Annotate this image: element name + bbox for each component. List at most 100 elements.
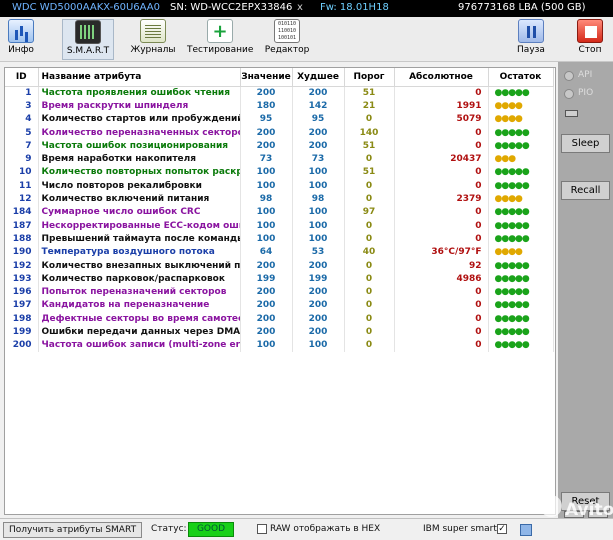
table-row[interactable]: 190 Температура воздушного потока 64 53 40 36… bbox=[5, 245, 554, 259]
attr-raw: 4986 bbox=[394, 272, 489, 286]
drive-model[interactable]: WDC WD5000AAKX-60U6AA0 bbox=[12, 2, 160, 13]
table-row[interactable]: 200Частота ошибок записи (multi-zone err… bbox=[5, 338, 554, 352]
attr-name: Попыток переназначений секторов bbox=[38, 285, 241, 299]
attr-id: 190 bbox=[5, 245, 39, 259]
attr-worst: 200 bbox=[292, 139, 345, 153]
attr-name: Количество стартов или пробуждений bbox=[38, 112, 241, 126]
attr-value: 200 bbox=[240, 285, 293, 299]
attr-name: Количество повторных попыток раскру... bbox=[38, 165, 241, 180]
pause-icon bbox=[518, 19, 544, 43]
table-row[interactable]: 197 Кандидатов на переназначение 200 200 0 0 ●… bbox=[5, 298, 554, 313]
attr-id: 184 bbox=[5, 205, 39, 219]
table-row[interactable]: 7 Частота ошибок позиционирования 200 200 51… bbox=[5, 139, 554, 153]
attr-raw: 36°C/97°F bbox=[394, 245, 489, 259]
col-header-id[interactable]: ID bbox=[5, 68, 39, 87]
info-label: Инфо bbox=[8, 45, 34, 55]
table-row[interactable]: 11 Число повторов рекалибровки 100 100 0 0 ●●●… bbox=[5, 179, 554, 193]
attr-name: Суммарное число ошибок CRC bbox=[38, 205, 241, 219]
recall-button[interactable]: Recall bbox=[561, 181, 610, 200]
logs-label: Журналы bbox=[130, 45, 176, 55]
col-header-remaining[interactable]: Остаток bbox=[488, 68, 554, 87]
table-row[interactable]: 187Нескорректированные ECC-кодом ошибки1… bbox=[5, 218, 554, 233]
table-row[interactable]: 193 Количество парковок/распарковок 199 199… bbox=[5, 272, 554, 286]
attr-raw: 0 bbox=[394, 125, 489, 140]
table-row[interactable]: 188 Превышений таймаута после команды 100 1… bbox=[5, 232, 554, 246]
table-row[interactable]: 192Количество внезапных выключений пит..… bbox=[5, 258, 554, 273]
attr-value: 180 bbox=[240, 99, 293, 113]
stop-button[interactable]: Стоп bbox=[574, 19, 606, 60]
attr-threshold: 0 bbox=[344, 272, 395, 286]
attr-worst: 100 bbox=[292, 338, 345, 352]
test-plus-icon bbox=[207, 19, 233, 43]
attr-name: Время раскрутки шпинделя bbox=[38, 99, 241, 113]
editor-button[interactable]: Редактор bbox=[263, 19, 311, 60]
health-dots-icon: ●●● bbox=[494, 154, 517, 165]
ibm-settings-button[interactable] bbox=[520, 524, 532, 536]
table-row[interactable]: 196 Попыток переназначений секторов 200 200… bbox=[5, 285, 554, 299]
logs-button[interactable]: Журналы bbox=[129, 19, 177, 60]
editor-label: Редактор bbox=[264, 45, 310, 55]
attr-value: 200 bbox=[240, 258, 293, 273]
attr-name: Время наработки накопителя bbox=[38, 152, 241, 166]
attr-threshold: 0 bbox=[344, 312, 395, 326]
attr-remaining: ●●●●● bbox=[488, 218, 554, 233]
table-row[interactable]: 4 Количество стартов или пробуждений 95 95 0… bbox=[5, 112, 554, 126]
attr-id: 12 bbox=[5, 192, 39, 206]
smart-button[interactable]: S.M.A.R.T bbox=[62, 19, 114, 60]
col-header-threshold[interactable]: Порог bbox=[344, 68, 395, 87]
attr-raw: 1991 bbox=[394, 99, 489, 113]
attr-remaining: ●●●●● bbox=[488, 312, 554, 326]
col-header-worst[interactable]: Худшее bbox=[292, 68, 345, 87]
col-header-raw[interactable]: Абсолютное bbox=[394, 68, 489, 87]
attr-threshold: 0 bbox=[344, 152, 395, 166]
attr-raw: 92 bbox=[394, 258, 489, 273]
smart-icon bbox=[75, 20, 101, 44]
health-dots-icon: ●●●●● bbox=[494, 180, 530, 191]
table-row[interactable]: 9 Время наработки накопителя 73 73 0 20437 ●●● bbox=[5, 152, 554, 166]
ibm-super-smart-checkbox[interactable]: ✓ bbox=[497, 524, 507, 534]
hex-checkbox-label: RAW отображать в HEX bbox=[270, 524, 381, 534]
smart-label: S.M.A.R.T bbox=[66, 46, 110, 56]
attr-worst: 98 bbox=[292, 192, 345, 206]
table-row[interactable]: 1 Частота проявления ошибок чтения 200 200 5… bbox=[5, 86, 554, 100]
attr-id: 199 bbox=[5, 325, 39, 339]
table-row[interactable]: 199 Ошибки передачи данных через DMA 200 20… bbox=[5, 325, 554, 339]
attr-id: 4 bbox=[5, 112, 39, 126]
attr-worst: 200 bbox=[292, 86, 345, 100]
attr-name: Количество переназначенных секторов bbox=[38, 125, 241, 140]
attr-raw: 0 bbox=[394, 325, 489, 339]
attr-worst: 100 bbox=[292, 165, 345, 180]
attr-worst: 53 bbox=[292, 245, 345, 259]
table-row[interactable]: 12 Количество включений питания 98 98 0 2379 ●… bbox=[5, 192, 554, 206]
col-header-name[interactable]: Название атрибута bbox=[38, 68, 241, 87]
table-row[interactable]: 3 Время раскрутки шпинделя 180 142 21 1991 ●●●… bbox=[5, 99, 554, 113]
attr-remaining: ●●●●● bbox=[488, 338, 554, 352]
api-radio[interactable]: API bbox=[564, 70, 612, 84]
smart-attributes-table: ID Название атрибута Значение Худшее Пор… bbox=[5, 68, 554, 352]
pio-radio-label: PIO bbox=[578, 88, 594, 98]
health-dots-icon: ●●●● bbox=[494, 194, 523, 205]
attr-id: 7 bbox=[5, 139, 39, 153]
get-smart-button[interactable]: Получить атрибуты SMART bbox=[3, 522, 143, 538]
table-row[interactable]: 10 Количество повторных попыток раскру...… bbox=[5, 165, 554, 180]
health-dots-icon: ●●●●● bbox=[494, 127, 530, 138]
attr-value: 95 bbox=[240, 112, 293, 126]
attr-worst: 200 bbox=[292, 125, 345, 140]
hex-checkbox[interactable] bbox=[257, 524, 267, 534]
table-row[interactable]: 5 Количество переназначенных секторов 200 2… bbox=[5, 125, 554, 140]
pause-label: Пауза bbox=[517, 45, 545, 55]
table-row[interactable]: 184 Суммарное число ошибок CRC 100 100 97 0 ●●… bbox=[5, 205, 554, 219]
close-drive-icon[interactable]: x bbox=[297, 2, 303, 13]
pause-button[interactable]: Пауза bbox=[514, 19, 548, 60]
info-button[interactable]: Инфо bbox=[4, 19, 38, 60]
sleep-button[interactable]: Sleep bbox=[561, 134, 610, 153]
pio-radio[interactable]: PIO bbox=[564, 88, 612, 102]
attr-value: 200 bbox=[240, 86, 293, 100]
health-dots-icon: ●●●●● bbox=[494, 326, 530, 337]
table-row[interactable]: 198 Дефектные секторы во время самотеста 2… bbox=[5, 312, 554, 326]
health-dots-icon: ●●●●● bbox=[494, 340, 530, 351]
testing-button[interactable]: Тестирование bbox=[187, 19, 253, 60]
col-header-value[interactable]: Значение bbox=[240, 68, 293, 87]
health-dots-icon: ●●●●● bbox=[494, 207, 530, 218]
attr-name: Частота проявления ошибок чтения bbox=[38, 86, 241, 100]
